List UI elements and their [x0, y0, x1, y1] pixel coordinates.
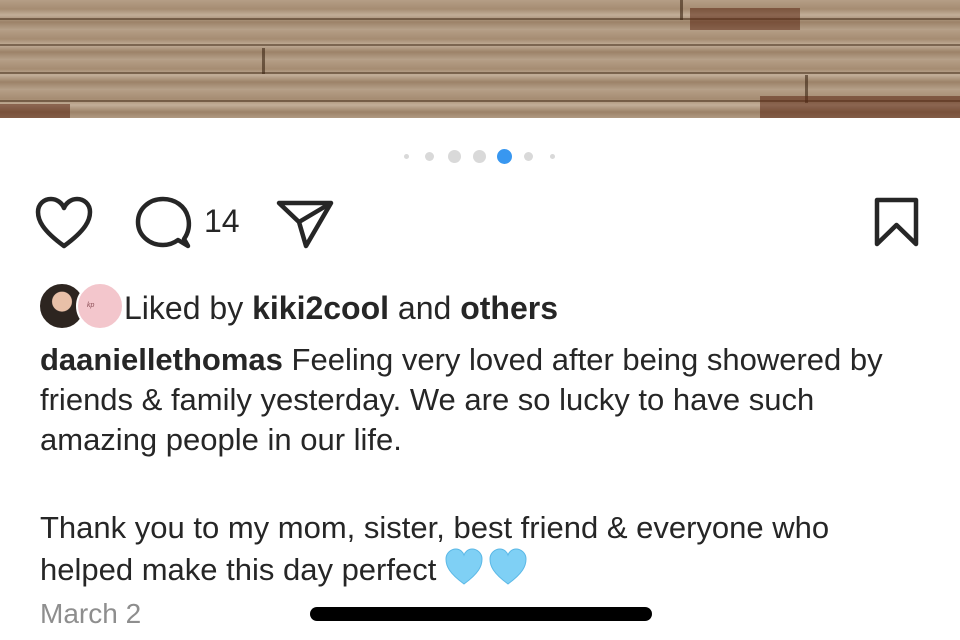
save-button[interactable] — [872, 196, 922, 250]
avatar[interactable]: kp — [76, 282, 124, 330]
floor-dark-patch — [0, 104, 70, 118]
carousel-dot-active — [497, 149, 512, 164]
heart-outline-icon — [35, 196, 93, 249]
caption-username-link[interactable]: daaniellethomas — [40, 342, 283, 377]
floor-plank-seam — [262, 48, 265, 74]
light-blue-heart-icon — [444, 548, 484, 596]
floor-plank-seam — [680, 0, 683, 20]
floor-plank-line — [0, 72, 960, 74]
floor-plank-line — [0, 18, 960, 20]
carousel-dot — [404, 154, 409, 159]
liked-by-prefix: Liked by — [124, 290, 244, 326]
floor-dark-patch — [760, 96, 960, 118]
liked-by-text[interactable]: Liked by kiki2cool and others — [124, 290, 558, 327]
light-blue-heart-icon — [488, 548, 528, 596]
post-date: March 2 — [40, 598, 142, 629]
home-indicator[interactable] — [310, 607, 652, 621]
floor-plank-line — [0, 44, 960, 46]
carousel-dot — [524, 152, 533, 161]
caption-text: Thank you to my mom, sister, best friend… — [40, 510, 830, 588]
post-photo[interactable] — [0, 0, 960, 118]
comment-count[interactable]: 14 — [204, 203, 240, 240]
carousel-dot — [550, 154, 555, 159]
comment-button[interactable] — [134, 195, 194, 253]
paper-plane-icon — [276, 200, 334, 249]
liked-by-others-link[interactable]: others — [460, 290, 558, 326]
post-caption: daaniellethomas Feeling very loved after… — [40, 340, 920, 596]
floor-dark-patch — [690, 8, 800, 30]
avatar-text: kp — [87, 302, 95, 309]
carousel-indicator — [0, 148, 960, 164]
comment-bubble-icon — [135, 196, 192, 249]
like-button[interactable] — [34, 196, 94, 252]
carousel-dot — [448, 150, 461, 163]
liked-by-user-link[interactable]: kiki2cool — [252, 290, 389, 326]
share-button[interactable] — [276, 196, 336, 250]
liked-by-connector: and — [397, 290, 452, 326]
carousel-dot — [473, 150, 486, 163]
bookmark-icon — [874, 197, 919, 247]
carousel-dot — [425, 152, 434, 161]
